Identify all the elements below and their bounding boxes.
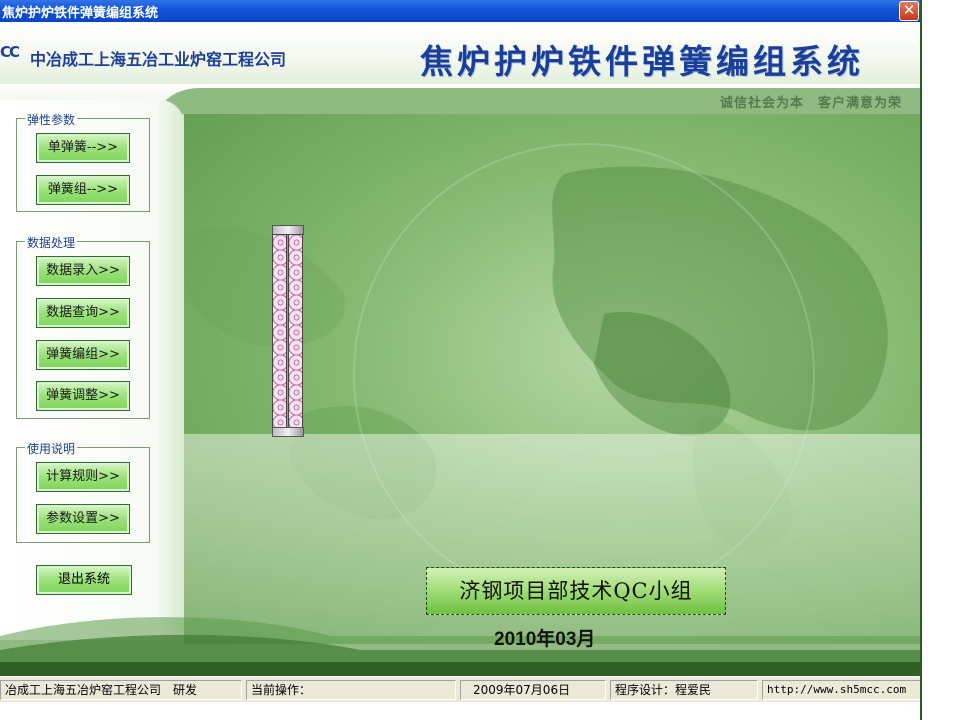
spring-bottom-cap [272, 427, 304, 437]
window-title: 焦炉护炉铁件弹簧编组系统 [2, 6, 159, 21]
close-button[interactable]: ✕ [899, 1, 919, 21]
param-settings-button[interactable]: 参数设置>> [36, 504, 130, 534]
group-elastic-params: 弹性参数 单弹簧-->> 弹簧组-->> [16, 111, 150, 212]
bottom-wave-decoration [0, 617, 920, 676]
status-designer: 程序设计：程爱民 [610, 680, 758, 700]
left-sidebar: 弹性参数 单弹簧-->> 弹簧组-->> 数据处理 数据录入>> 数据查询>> … [0, 100, 184, 640]
header-banner: CC 中冶成工上海五冶工业炉窑工程公司 焦炉护炉铁件弹簧编组系统 [0, 22, 920, 84]
data-query-button[interactable]: 数据查询>> [36, 298, 130, 328]
status-company: 冶成工上海五冶炉窑工程公司 研发 [0, 680, 242, 700]
app-window: 焦炉护炉铁件弹簧编组系统 ✕ CC 中冶成工上海五冶工业炉窑工程公司 焦炉护炉铁… [0, 0, 922, 720]
exit-button[interactable]: 退出系统 [36, 565, 132, 595]
group-legend: 弹性参数 [25, 111, 78, 128]
system-title: 焦炉护炉铁件弹簧编组系统 [420, 42, 864, 81]
spring-illustration [272, 225, 304, 437]
company-logo: CC [0, 43, 20, 61]
spring-grouping-button[interactable]: 弹簧编组>> [36, 340, 130, 370]
status-operation: 当前操作： [246, 680, 456, 700]
status-url[interactable]: http://www.sh5mcc.com [762, 680, 920, 700]
spring-group-button[interactable]: 弹簧组-->> [36, 175, 130, 205]
caption-date: 2010年03月 [494, 629, 596, 650]
close-icon: ✕ [902, 1, 916, 19]
status-bar: 冶成工上海五冶炉窑工程公司 研发 当前操作： 2009年07月06日 程序设计：… [0, 676, 920, 702]
group-usage-guide: 使用说明 计算规则>> 参数设置>> [16, 440, 150, 543]
group-legend: 使用说明 [25, 440, 78, 457]
status-date: 2009年07月06日 [460, 680, 606, 700]
group-legend: 数据处理 [25, 234, 78, 251]
group-data-processing: 数据处理 数据录入>> 数据查询>> 弹簧编组>> 弹簧调整>> [16, 234, 150, 419]
team-caption-box: 济钢项目部技术QC小组 [426, 567, 726, 615]
team-caption-text: 济钢项目部技术QC小组 [459, 579, 693, 603]
slogan-text: 诚信社会为本 客户满意为荣 [719, 96, 902, 111]
single-spring-button[interactable]: 单弹簧-->> [36, 133, 130, 163]
bottom-strip [0, 702, 920, 720]
spring-adjust-button[interactable]: 弹簧调整>> [36, 381, 130, 411]
title-bar: 焦炉护炉铁件弹簧编组系统 ✕ [0, 0, 920, 22]
company-name: 中冶成工上海五冶工业炉窑工程公司 [30, 50, 287, 69]
spring-coil-right [288, 234, 303, 428]
data-entry-button[interactable]: 数据录入>> [36, 256, 130, 286]
calc-rules-button[interactable]: 计算规则>> [36, 462, 130, 492]
spring-coil-left [272, 234, 287, 428]
